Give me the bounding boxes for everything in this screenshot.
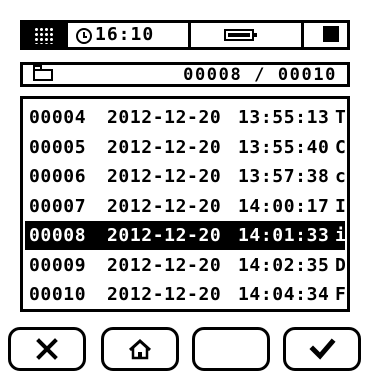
menu-grid-icon [34,27,54,44]
record-time: 14:00:17 [238,195,330,217]
battery-indicator [191,23,304,47]
clock-time: 16:10 [95,24,155,45]
clock-icon [76,28,92,44]
confirm-button[interactable] [283,327,361,371]
record-date: 2012-12-20 [107,107,222,128]
record-flag: T [335,107,347,128]
record-id: 00007 [29,195,87,217]
record-id: 00005 [29,136,87,158]
record-flag: C [335,136,347,158]
record-id: 00006 [29,166,87,187]
record-flag: F [335,284,347,305]
list-item[interactable]: 00010 2012-12-20 14:04:34 F [25,280,347,309]
clock-display: 16:10 [68,23,191,47]
x-icon [36,338,58,360]
folder-icon[interactable] [33,65,53,81]
list-item[interactable]: 00009 2012-12-20 14:02:35 D [25,251,347,280]
list-item[interactable]: 00006 2012-12-20 13:57:38 c [25,162,347,191]
record-date: 2012-12-20 [107,136,222,158]
record-date: 2012-12-20 [107,254,222,276]
record-time: 13:55:13 [238,107,330,128]
record-id: 00008 [29,225,87,246]
record-date: 2012-12-20 [107,284,222,305]
square-icon [323,26,339,42]
record-date: 2012-12-20 [107,195,222,217]
record-time: 14:04:34 [238,284,330,305]
checkmark-icon [309,338,336,360]
record-date: 2012-12-20 [107,166,222,187]
record-id: 00010 [29,284,87,305]
list-item[interactable]: 00005 2012-12-20 13:55:40 C [25,133,347,162]
record-date: 2012-12-20 [107,225,222,246]
list-item[interactable]: 00004 2012-12-20 13:55:13 T [25,103,347,132]
record-time: 13:57:38 [238,166,330,187]
list-item[interactable]: 00007 2012-12-20 14:00:17 I [25,192,347,221]
record-time: 13:55:40 [238,136,330,158]
record-id: 00009 [29,254,87,276]
record-flag: D [335,254,347,276]
record-time: 14:02:35 [238,254,330,276]
record-counter-bar: 00008 / 00010 [20,62,350,87]
menu-button[interactable] [23,23,68,47]
stop-button[interactable] [304,23,347,47]
record-flag: c [335,166,347,187]
status-bar: 16:10 [20,20,350,50]
record-id: 00004 [29,107,87,128]
record-flag: i [335,225,347,246]
list-item[interactable]: 00008 2012-12-20 14:01:33 i [25,221,347,250]
record-counter: 00008 / 00010 [183,65,337,85]
cancel-button[interactable] [8,327,86,371]
blank-button[interactable] [192,327,270,371]
record-list: 00004 2012-12-20 13:55:13 T 00005 2012-12-20 1… [20,96,350,312]
home-button[interactable] [101,327,179,371]
home-icon [128,338,152,360]
record-time: 14:01:33 [238,225,330,246]
record-flag: I [335,195,347,217]
battery-icon [224,29,257,41]
